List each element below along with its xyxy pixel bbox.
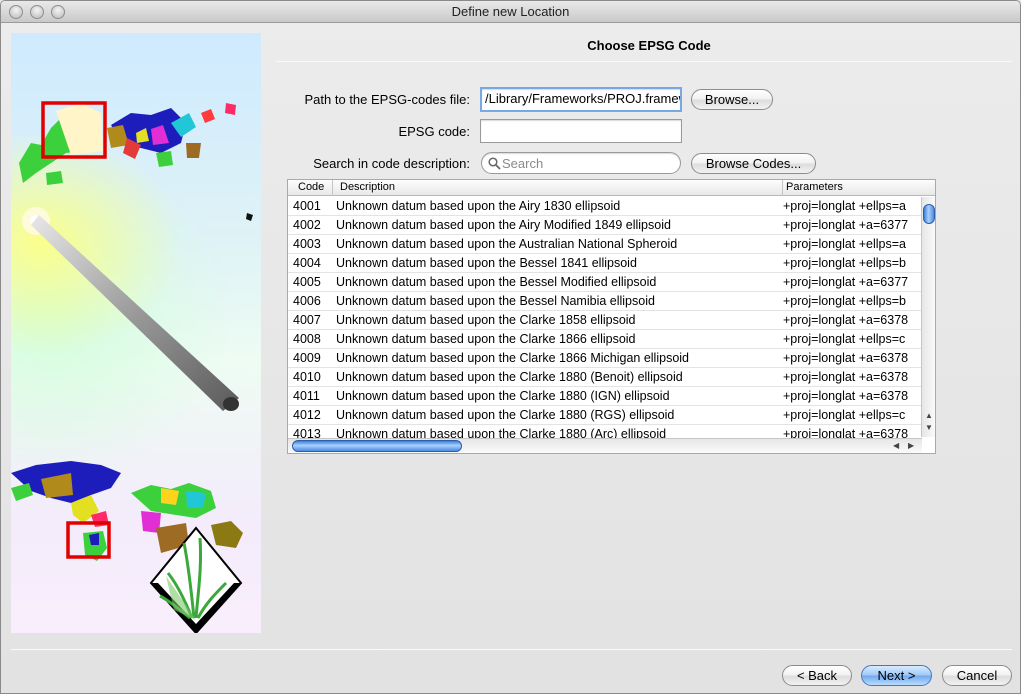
cell-parameters: +proj=longlat +a=6377 [783, 275, 909, 289]
cell-parameters: +proj=longlat +a=6378 [783, 389, 909, 403]
cell-code: 4010 [293, 370, 321, 384]
search-placeholder: Search [502, 156, 544, 171]
heading-divider [276, 61, 1012, 62]
cancel-button[interactable]: Cancel [942, 665, 1012, 686]
upper-map-shapes [19, 103, 253, 221]
cell-code: 4006 [293, 294, 321, 308]
cell-parameters: +proj=longlat +ellps=c [783, 408, 906, 422]
cell-parameters: +proj=longlat +ellps=a [783, 199, 907, 213]
path-label: Path to the EPSG-codes file: [304, 92, 470, 107]
cell-parameters: +proj=longlat +ellps=b [783, 294, 907, 308]
cell-parameters: +proj=longlat +ellps=c [783, 332, 906, 346]
back-button[interactable]: < Back [782, 665, 852, 686]
table-row[interactable]: 4001 Unknown datum based upon the Airy 18… [288, 197, 922, 216]
table-row[interactable]: 4010 Unknown datum based upon the Clarke … [288, 368, 922, 387]
table-row[interactable]: 4012 Unknown datum based upon the Clarke … [288, 406, 922, 425]
table-row[interactable]: 4004 Unknown datum based upon the Bessel … [288, 254, 922, 273]
cell-description: Unknown datum based upon the Clarke 1880… [336, 370, 683, 384]
table-row[interactable]: 4009 Unknown datum based upon the Clarke … [288, 349, 922, 368]
cell-description: Unknown datum based upon the Bessel Modi… [336, 275, 657, 289]
page-title: Choose EPSG Code [587, 38, 711, 53]
cell-description: Unknown datum based upon the Clarke 1866… [336, 351, 689, 365]
next-button[interactable]: Next > [861, 665, 932, 686]
table-row[interactable]: 4002 Unknown datum based upon the Airy Mo… [288, 216, 922, 235]
scroll-down-arrow-icon[interactable]: ▼ [925, 423, 933, 432]
title-bar: Define new Location [1, 1, 1020, 23]
search-input[interactable]: Search [481, 152, 681, 174]
cell-description: Unknown datum based upon the Bessel 1841… [336, 256, 637, 270]
vertical-scrollbar[interactable]: ▲ ▼ [921, 197, 935, 437]
cell-parameters: +proj=longlat +a=6378 [783, 313, 909, 327]
epsg-code-label: EPSG code: [398, 124, 470, 139]
wand-icon [31, 215, 239, 411]
window-title: Define new Location [451, 4, 570, 19]
cell-code: 4005 [293, 275, 321, 289]
define-location-window: Define new Location Choose EPSG Code Pat… [0, 0, 1021, 694]
table-row[interactable]: 4006 Unknown datum based upon the Bessel … [288, 292, 922, 311]
search-icon [488, 157, 501, 170]
cell-parameters: +proj=longlat +a=6378 [783, 351, 909, 365]
wizard-illustration [11, 33, 261, 633]
horizontal-scroll-thumb[interactable] [292, 440, 462, 452]
cell-code: 4011 [293, 389, 320, 403]
cell-code: 4003 [293, 237, 321, 251]
scroll-up-arrow-icon[interactable]: ▲ [925, 411, 933, 420]
cell-code: 4002 [293, 218, 321, 232]
cell-code: 4004 [293, 256, 321, 270]
cell-description: Unknown datum based upon the Clarke 1858… [336, 313, 636, 327]
cell-description: Unknown datum based upon the Clarke 1866… [336, 332, 636, 346]
cell-description: Unknown datum based upon the Bessel Nami… [336, 294, 655, 308]
table-row[interactable]: 4011 Unknown datum based upon the Clarke … [288, 387, 922, 406]
cell-code: 4008 [293, 332, 321, 346]
cell-parameters: +proj=longlat +ellps=b [783, 256, 907, 270]
column-header-description[interactable]: Description [340, 181, 395, 193]
epsg-codes-table: Code Description Parameters 4001 Unknown … [287, 179, 936, 454]
cell-description: Unknown datum based upon the Airy Modifi… [336, 218, 671, 232]
scroll-right-arrow-icon[interactable]: ▶ [908, 441, 914, 450]
epsg-file-path-field[interactable]: /Library/Frameworks/PROJ.framework [480, 87, 682, 112]
table-body: 4001 Unknown datum based upon the Airy 18… [288, 197, 922, 444]
cell-description: Unknown datum based upon the Clarke 1880… [336, 389, 670, 403]
table-row[interactable]: 4003 Unknown datum based upon the Austral… [288, 235, 922, 254]
table-row[interactable]: 4005 Unknown datum based upon the Bessel … [288, 273, 922, 292]
cell-description: Unknown datum based upon the Clarke 1880… [336, 408, 675, 422]
cell-code: 4012 [293, 408, 321, 422]
cell-description: Unknown datum based upon the Airy 1830 e… [336, 199, 621, 213]
column-header-code[interactable]: Code [298, 181, 324, 193]
epsg-code-field[interactable] [480, 119, 682, 143]
cell-code: 4001 [293, 199, 321, 213]
table-row[interactable]: 4008 Unknown datum based upon the Clarke … [288, 330, 922, 349]
cell-code: 4009 [293, 351, 321, 365]
browse-codes-button[interactable]: Browse Codes... [691, 153, 816, 174]
footer-divider [11, 649, 1012, 650]
cell-parameters: +proj=longlat +ellps=a [783, 237, 907, 251]
cell-parameters: +proj=longlat +a=6378 [783, 370, 909, 384]
table-header: Code Description Parameters [288, 180, 935, 196]
search-label: Search in code description: [313, 156, 470, 171]
vertical-scroll-thumb[interactable] [923, 204, 935, 224]
horizontal-scrollbar[interactable]: ◀ ▶ [288, 438, 922, 453]
world-map-illustration [11, 101, 253, 633]
table-row[interactable]: 4007 Unknown datum based upon the Clarke … [288, 311, 922, 330]
cell-description: Unknown datum based upon the Australian … [336, 237, 678, 251]
cell-parameters: +proj=longlat +a=6377 [783, 218, 909, 232]
browse-button[interactable]: Browse... [691, 89, 773, 110]
scroll-left-arrow-icon[interactable]: ◀ [893, 441, 899, 450]
column-header-parameters[interactable]: Parameters [786, 181, 843, 193]
cell-code: 4007 [293, 313, 321, 327]
